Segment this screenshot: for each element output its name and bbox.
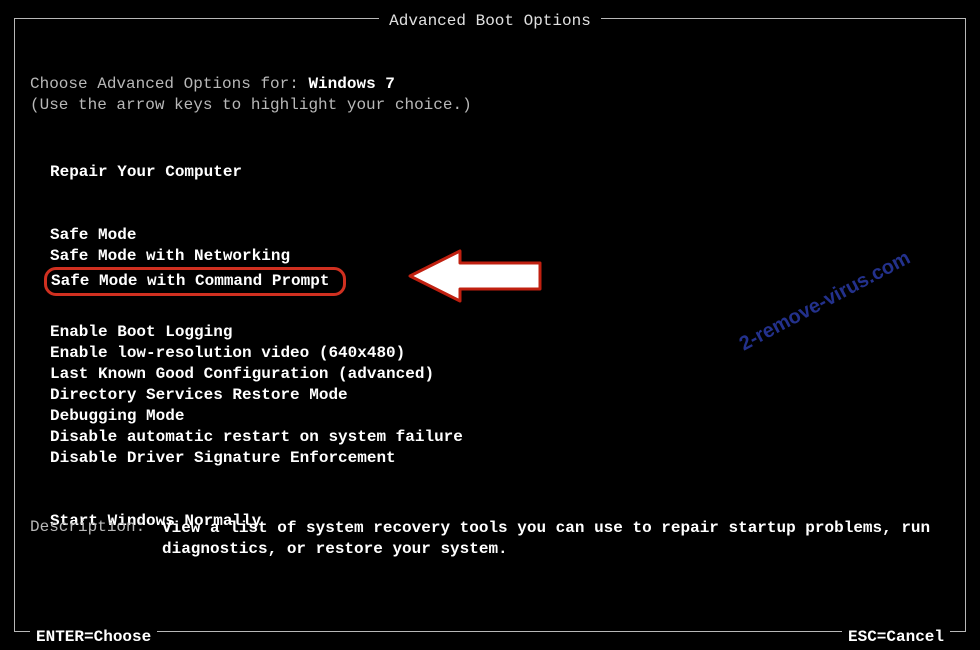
- choose-prompt: Choose Advanced Options for: Windows 7: [30, 75, 950, 93]
- footer-enter-hint: ENTER=Choose: [30, 628, 157, 646]
- option-disable-driver-sig[interactable]: Disable Driver Signature Enforcement: [50, 448, 950, 469]
- option-boot-logging[interactable]: Enable Boot Logging: [50, 322, 950, 343]
- arrow-callout-icon: [400, 241, 560, 311]
- advanced-group: Enable Boot Logging Enable low-resolutio…: [50, 322, 950, 469]
- description-text: View a list of system recovery tools you…: [162, 518, 950, 560]
- choose-prefix: Choose Advanced Options for:: [30, 75, 308, 93]
- option-low-res-video[interactable]: Enable low-resolution video (640x480): [50, 343, 950, 364]
- description-block: Description: View a list of system recov…: [30, 518, 950, 560]
- title-bar: Advanced Boot Options: [0, 12, 980, 30]
- hint-text: (Use the arrow keys to highlight your ch…: [30, 96, 950, 114]
- option-safe-mode-cmd[interactable]: Safe Mode with Command Prompt: [44, 267, 346, 296]
- option-last-known-good[interactable]: Last Known Good Configuration (advanced): [50, 364, 950, 385]
- option-debugging-mode[interactable]: Debugging Mode: [50, 406, 950, 427]
- boot-options-list: Repair Your Computer Safe Mode Safe Mode…: [30, 162, 950, 532]
- footer-esc-hint: ESC=Cancel: [842, 628, 950, 646]
- option-ds-restore-mode[interactable]: Directory Services Restore Mode: [50, 385, 950, 406]
- os-name: Windows 7: [308, 75, 394, 93]
- safe-mode-group: Safe Mode Safe Mode with Networking Safe…: [50, 225, 950, 296]
- option-disable-auto-restart[interactable]: Disable automatic restart on system fail…: [50, 427, 950, 448]
- selected-option-container: Safe Mode with Command Prompt: [50, 267, 346, 296]
- screen-title: Advanced Boot Options: [379, 12, 601, 30]
- description-label: Description:: [30, 518, 162, 560]
- option-repair-computer[interactable]: Repair Your Computer: [50, 162, 950, 183]
